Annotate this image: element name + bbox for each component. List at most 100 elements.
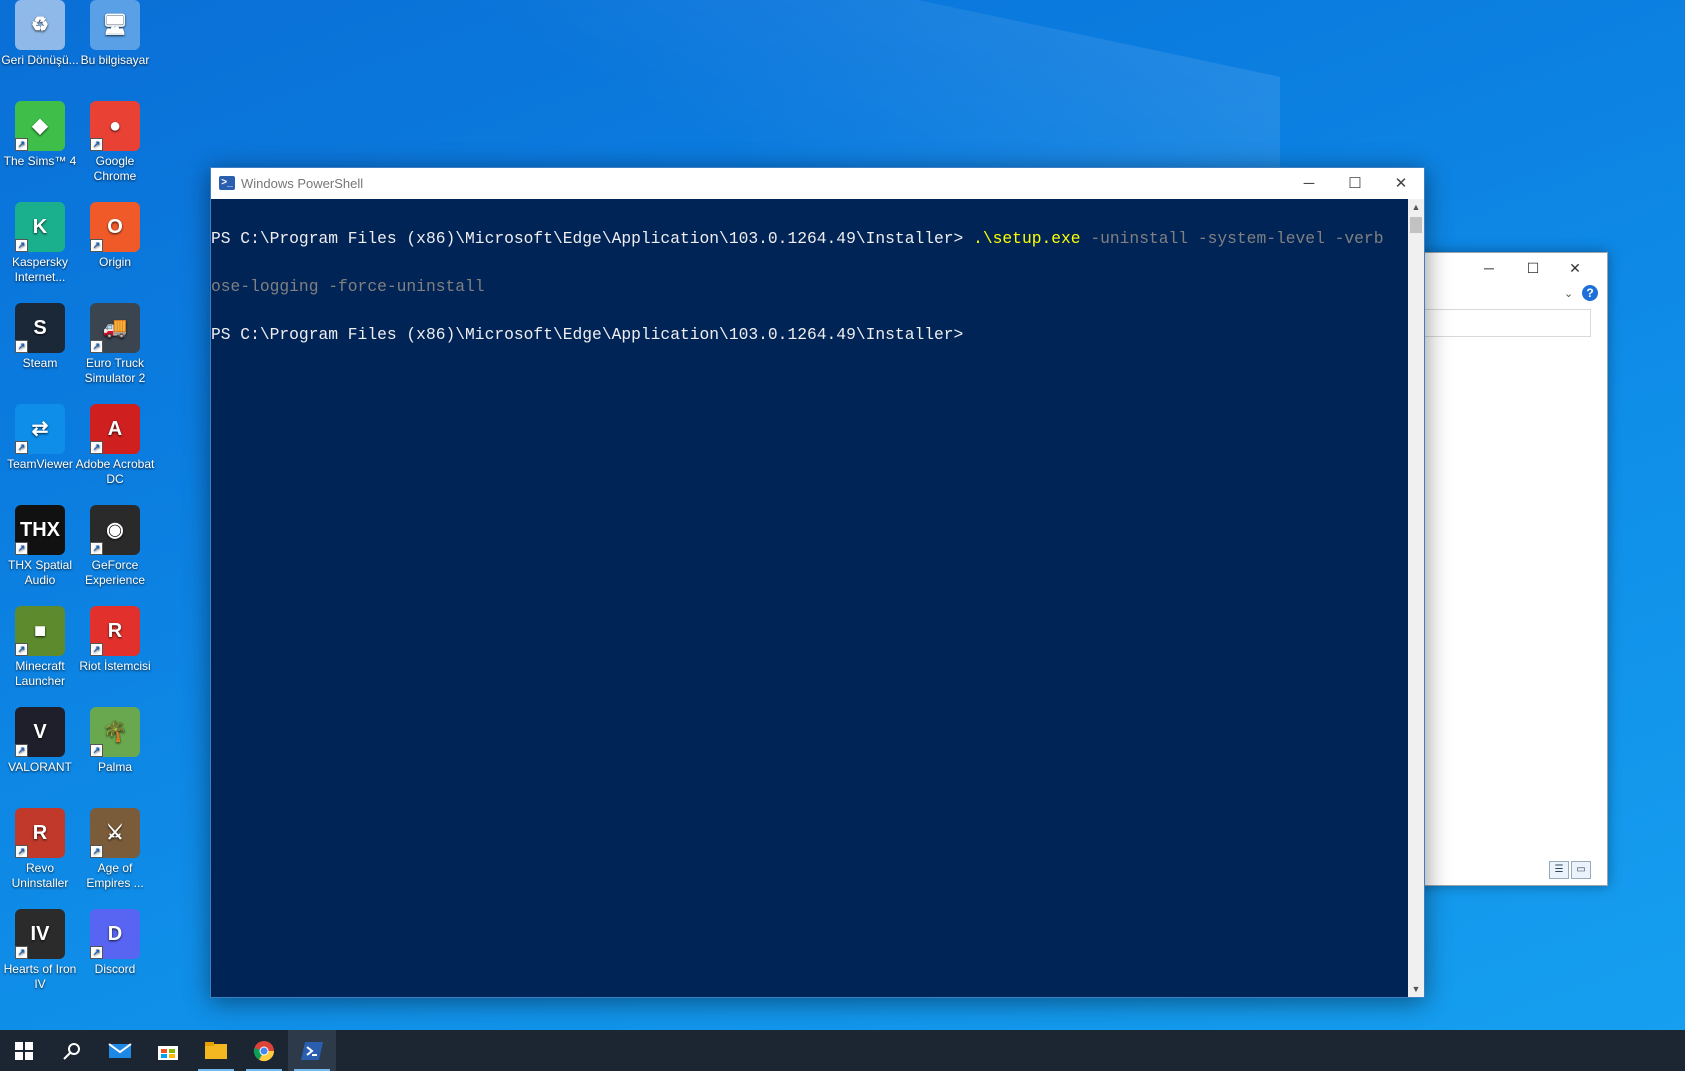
desktop-icon-euro-truck-simulator-2[interactable]: 🚚 ↗ Euro Truck Simulator 2 bbox=[75, 303, 155, 386]
riot-i-stemcisi-icon: R ↗ bbox=[90, 606, 140, 656]
desktop-icon-google-chrome[interactable]: ● ↗ Google Chrome bbox=[75, 101, 155, 184]
search-icon[interactable] bbox=[48, 1030, 96, 1071]
discord-icon: D ↗ bbox=[90, 909, 140, 959]
console-output[interactable]: PS C:\Program Files (x86)\Microsoft\Edge… bbox=[211, 199, 1408, 997]
scroll-up-icon[interactable]: ▲ bbox=[1408, 199, 1424, 215]
powershell-icon[interactable] bbox=[288, 1030, 336, 1071]
desktop-icon-bu-bilgisayar[interactable]: 🖥 Bu bilgisayar bbox=[75, 0, 155, 68]
desktop-icon-label: VALORANT bbox=[8, 760, 72, 774]
age-of-empires-icon: ⚔ ↗ bbox=[90, 808, 140, 858]
shortcut-arrow-icon: ↗ bbox=[90, 744, 103, 757]
bg-maximize-button[interactable]: ☐ bbox=[1511, 253, 1555, 283]
shortcut-arrow-icon: ↗ bbox=[15, 542, 28, 555]
details-view-icon[interactable]: ☰ bbox=[1549, 861, 1569, 879]
teamviewer-icon: ⇄ ↗ bbox=[15, 404, 65, 454]
desktop-icon-label: Discord bbox=[94, 962, 136, 976]
bg-close-button[interactable]: ✕ bbox=[1553, 253, 1597, 283]
desktop-icon-label: Bu bilgisayar bbox=[80, 53, 150, 67]
scroll-down-icon[interactable]: ▼ bbox=[1408, 981, 1424, 997]
close-button[interactable]: ✕ bbox=[1378, 168, 1424, 199]
shortcut-arrow-icon: ↗ bbox=[90, 441, 103, 454]
desktop-icon-valorant[interactable]: V ↗ VALORANT bbox=[0, 707, 80, 775]
help-icon[interactable]: ? bbox=[1582, 285, 1598, 301]
powershell-app-icon: >_ bbox=[219, 176, 235, 190]
store-icon[interactable] bbox=[144, 1030, 192, 1071]
desktop-icon-label: Age of Empires ... bbox=[86, 861, 144, 890]
desktop-icon-label: GeForce Experience bbox=[84, 558, 146, 587]
window-title: Windows PowerShell bbox=[241, 176, 364, 191]
shortcut-arrow-icon: ↗ bbox=[90, 542, 103, 555]
desktop-icon-label: Origin bbox=[98, 255, 131, 269]
revo-uninstaller-icon: R ↗ bbox=[15, 808, 65, 858]
background-explorer-window[interactable]: ─ ☐ ✕ ⌄ ? ☰ ▭ bbox=[1399, 252, 1608, 886]
desktop-icon-age-of-empires[interactable]: ⚔ ↗ Age of Empires ... bbox=[75, 808, 155, 891]
desktop-icon-hearts-of-iron-iv[interactable]: IV ↗ Hearts of Iron IV bbox=[0, 909, 80, 992]
desktop-icon-palma[interactable]: 🌴 ↗ Palma bbox=[75, 707, 155, 775]
desktop-icon-label: Adobe Acrobat DC bbox=[75, 457, 155, 486]
desktop-icon-discord[interactable]: D ↗ Discord bbox=[75, 909, 155, 977]
shortcut-arrow-icon: ↗ bbox=[15, 845, 28, 858]
desktop-icon-label: Revo Uninstaller bbox=[11, 861, 69, 890]
palma-icon: 🌴 ↗ bbox=[90, 707, 140, 757]
desktop-icon-thx-spatial-audio[interactable]: THX ↗ THX Spatial Audio bbox=[0, 505, 80, 588]
desktop-icon-steam[interactable]: S ↗ Steam bbox=[0, 303, 80, 371]
geri-d-n-icon: ♻ bbox=[15, 0, 65, 50]
mail-icon[interactable] bbox=[96, 1030, 144, 1071]
shortcut-arrow-icon: ↗ bbox=[15, 643, 28, 656]
the-sims-4-icon: ◆ ↗ bbox=[15, 101, 65, 151]
shortcut-arrow-icon: ↗ bbox=[15, 744, 28, 757]
shortcut-arrow-icon: ↗ bbox=[90, 643, 103, 656]
geforce-experience-icon: ◉ ↗ bbox=[90, 505, 140, 555]
minecraft-launcher-icon: ■ ↗ bbox=[15, 606, 65, 656]
powershell-window[interactable]: >_ Windows PowerShell ─ ☐ ✕ PS C:\Progra… bbox=[210, 167, 1425, 998]
desktop-icon-geri-d-n[interactable]: ♻ Geri Dönüşü... bbox=[0, 0, 80, 68]
desktop-icon-geforce-experience[interactable]: ◉ ↗ GeForce Experience bbox=[75, 505, 155, 588]
vertical-scrollbar[interactable]: ▲ ▼ bbox=[1408, 199, 1424, 997]
desktop-icon-origin[interactable]: O ↗ Origin bbox=[75, 202, 155, 270]
desktop-icon-label: TeamViewer bbox=[7, 457, 73, 471]
desktop-icon-label: Hearts of Iron IV bbox=[3, 962, 77, 991]
shortcut-arrow-icon: ↗ bbox=[15, 946, 28, 959]
chevron-down-icon[interactable]: ⌄ bbox=[1564, 287, 1573, 300]
command-text: .\setup.exe bbox=[973, 229, 1081, 248]
desktop-icon-label: The Sims™ 4 bbox=[3, 154, 77, 168]
desktop-icon-the-sims-4[interactable]: ◆ ↗ The Sims™ 4 bbox=[0, 101, 80, 169]
shortcut-arrow-icon: ↗ bbox=[90, 946, 103, 959]
desktop-icon-adobe-acrobat-dc[interactable]: A ↗ Adobe Acrobat DC bbox=[75, 404, 155, 487]
desktop-icon-label: Steam bbox=[22, 356, 58, 370]
desktop-icon-kaspersky-internet[interactable]: K ↗ Kaspersky Internet... bbox=[0, 202, 80, 285]
powershell-titlebar[interactable]: >_ Windows PowerShell ─ ☐ ✕ bbox=[211, 168, 1424, 199]
thx-spatial-audio-icon: THX ↗ bbox=[15, 505, 65, 555]
shortcut-arrow-icon: ↗ bbox=[15, 340, 28, 353]
desktop-icon-label: Minecraft Launcher bbox=[14, 659, 66, 688]
file-explorer-icon[interactable] bbox=[192, 1030, 240, 1071]
desktop-icon-label: Geri Dönüşü... bbox=[1, 53, 79, 67]
origin-icon: O ↗ bbox=[90, 202, 140, 252]
bg-minimize-button[interactable]: ─ bbox=[1467, 253, 1511, 283]
taskbar bbox=[0, 1030, 1685, 1071]
desktop-icon-label: Kaspersky Internet... bbox=[11, 255, 69, 284]
desktop-icon-minecraft-launcher[interactable]: ■ ↗ Minecraft Launcher bbox=[0, 606, 80, 689]
console-line-3: PS C:\Program Files (x86)\Microsoft\Edge… bbox=[211, 325, 1408, 344]
chrome-icon[interactable] bbox=[240, 1030, 288, 1071]
shortcut-arrow-icon: ↗ bbox=[90, 845, 103, 858]
desktop-icon-label: Palma bbox=[97, 760, 132, 774]
maximize-button[interactable]: ☐ bbox=[1332, 168, 1378, 199]
valorant-icon: V ↗ bbox=[15, 707, 65, 757]
address-bar[interactable] bbox=[1399, 309, 1591, 337]
shortcut-arrow-icon: ↗ bbox=[90, 340, 103, 353]
parameter-text: -uninstall -system-level -verb bbox=[1080, 229, 1384, 248]
desktop-icon-riot-i-stemcisi[interactable]: R ↗ Riot İstemcisi bbox=[75, 606, 155, 674]
parameter-text-continued: ose-logging -force-uninstall bbox=[211, 277, 485, 296]
hearts-of-iron-iv-icon: IV ↗ bbox=[15, 909, 65, 959]
scrollbar-thumb[interactable] bbox=[1410, 217, 1422, 233]
desktop-icon-teamviewer[interactable]: ⇄ ↗ TeamViewer bbox=[0, 404, 80, 472]
kaspersky-internet-icon: K ↗ bbox=[15, 202, 65, 252]
large-icons-view-icon[interactable]: ▭ bbox=[1571, 861, 1591, 879]
start-icon[interactable] bbox=[0, 1030, 48, 1071]
prompt-text: PS C:\Program Files (x86)\Microsoft\Edge… bbox=[211, 325, 964, 344]
desktop-icon-revo-uninstaller[interactable]: R ↗ Revo Uninstaller bbox=[0, 808, 80, 891]
prompt-text: PS C:\Program Files (x86)\Microsoft\Edge… bbox=[211, 229, 974, 248]
minimize-button[interactable]: ─ bbox=[1286, 168, 1332, 199]
desktop-icon-label: Google Chrome bbox=[93, 154, 137, 183]
